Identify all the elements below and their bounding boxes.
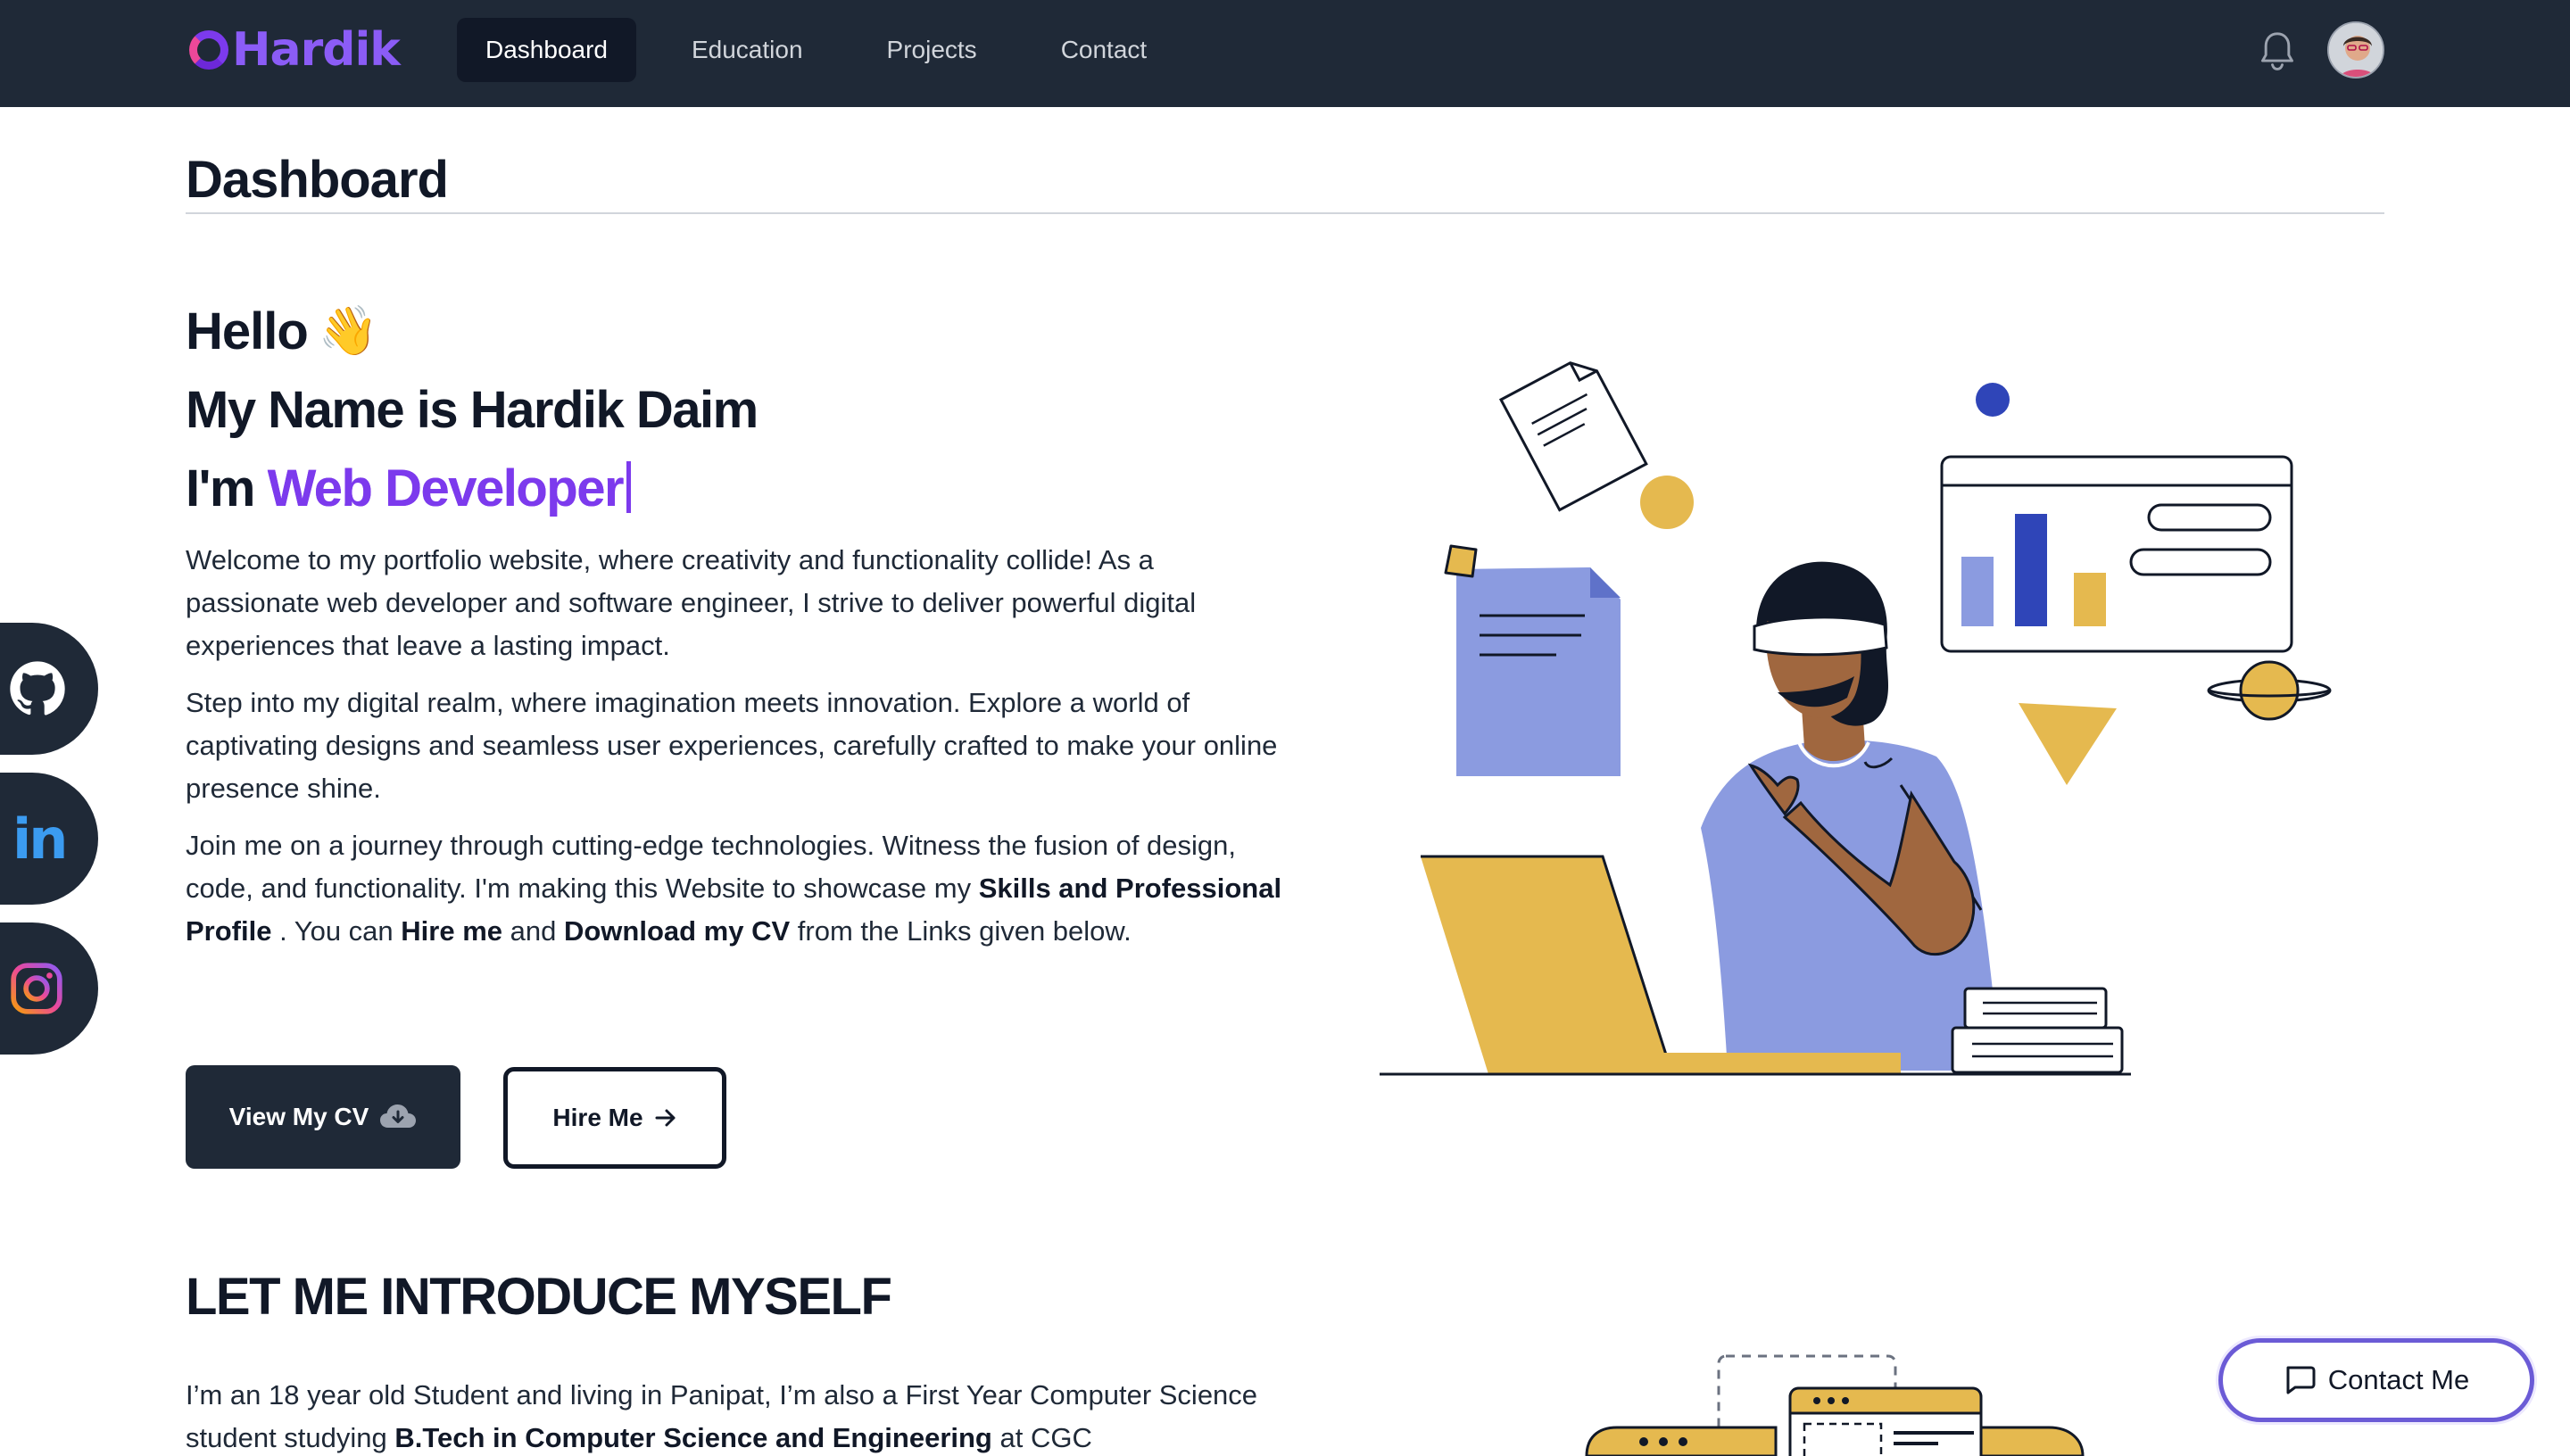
nav-item-education[interactable]: Education — [663, 18, 832, 82]
para3-text-4: from the Links given below. — [790, 915, 1132, 947]
avatar[interactable] — [2327, 21, 2384, 79]
role-prefix: I'm — [186, 459, 268, 517]
contact-me-button[interactable]: Contact Me — [2218, 1338, 2534, 1422]
hello-text: Hello — [186, 302, 309, 360]
github-icon — [10, 661, 65, 716]
nav-item-projects[interactable]: Projects — [858, 18, 1006, 82]
para3-text-2: . You can — [271, 915, 402, 947]
bell-icon[interactable] — [2258, 30, 2297, 73]
brand-logo[interactable]: Hardik — [189, 21, 401, 79]
waving-hand-icon: 👋 — [318, 304, 378, 358]
intro-text-2: at CGC — [991, 1422, 1092, 1453]
instagram-link[interactable] — [0, 922, 98, 1055]
hero-name: My Name is Hardik Daim — [186, 381, 759, 439]
page-title: Dashboard — [186, 151, 449, 209]
contact-me-label: Contact Me — [2327, 1364, 2470, 1395]
hero-hello: Hello 👋 — [186, 302, 378, 361]
brand-ring-icon — [189, 30, 228, 70]
linkedin-link[interactable]: in — [0, 773, 98, 905]
chat-bubble-icon — [2286, 1366, 2316, 1394]
introduce-illustration — [1585, 1354, 2085, 1456]
para3-bold-hire: Hire me — [401, 915, 503, 947]
para3-bold-cv: Download my CV — [563, 915, 791, 947]
github-link[interactable] — [0, 623, 98, 755]
navbar: Hardik Dashboard Education Projects Cont… — [0, 0, 2570, 107]
nav-item-dashboard[interactable]: Dashboard — [457, 18, 636, 82]
nav-links: Dashboard Education Projects Contact — [457, 18, 1202, 82]
view-cv-label: View My CV — [228, 1103, 369, 1130]
role-typed-text: Web Developer — [267, 459, 625, 517]
hire-me-label: Hire Me — [552, 1104, 643, 1131]
arrow-right-icon — [655, 1109, 676, 1127]
instagram-icon — [11, 963, 62, 1014]
brand-name: Hardik — [232, 23, 401, 77]
avatar-image — [2329, 23, 2383, 77]
linkedin-icon: in — [12, 806, 68, 872]
typing-caret — [626, 461, 632, 513]
nav-item-contact[interactable]: Contact — [1032, 18, 1176, 82]
para3-text-3: and — [502, 915, 564, 947]
hero-paragraph-1: Welcome to my portfolio website, where c… — [186, 544, 1197, 661]
hero-role: I'm Web Developer — [186, 459, 632, 518]
hero-paragraph-2: Step into my digital realm, where imagin… — [186, 687, 1278, 804]
introduce-heading: LET ME INTRODUCE MYSELF — [186, 1268, 892, 1326]
title-divider — [186, 212, 2384, 214]
hire-me-button[interactable]: Hire Me — [503, 1067, 726, 1169]
introduce-paragraph: I’m an 18 year old Student and living in… — [186, 1374, 1292, 1456]
hero-paragraph-3: Join me on a journey through cutting-edg… — [186, 824, 1292, 953]
view-cv-button[interactable]: View My CV — [186, 1065, 460, 1169]
developer-illustration — [1380, 361, 2332, 1076]
intro-bold-degree: B.Tech in Computer Science and Engineeri… — [394, 1422, 992, 1453]
cloud-download-icon — [380, 1104, 417, 1128]
